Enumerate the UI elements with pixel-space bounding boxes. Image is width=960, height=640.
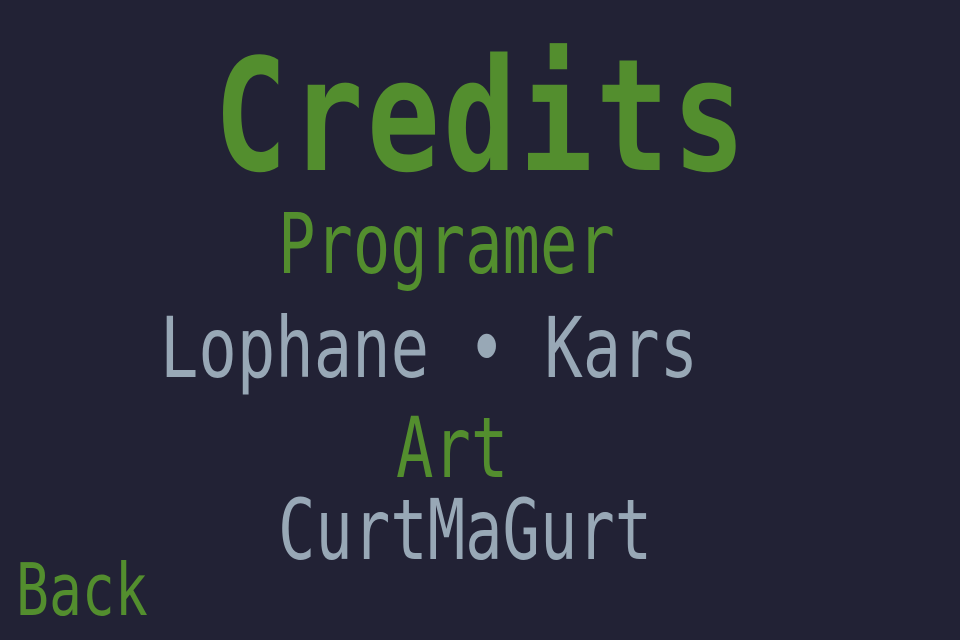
back-button[interactable]: Back — [16, 554, 148, 626]
credits-title: Credits — [214, 25, 749, 207]
programer-names: Lophane • Kars — [160, 299, 699, 397]
art-names: CurtMaGurt — [278, 481, 653, 579]
credits-screen: Credits Programer Lophane • Kars Art Cur… — [0, 0, 960, 640]
programer-heading: Programer — [278, 195, 615, 293]
art-heading: Art — [396, 399, 509, 497]
